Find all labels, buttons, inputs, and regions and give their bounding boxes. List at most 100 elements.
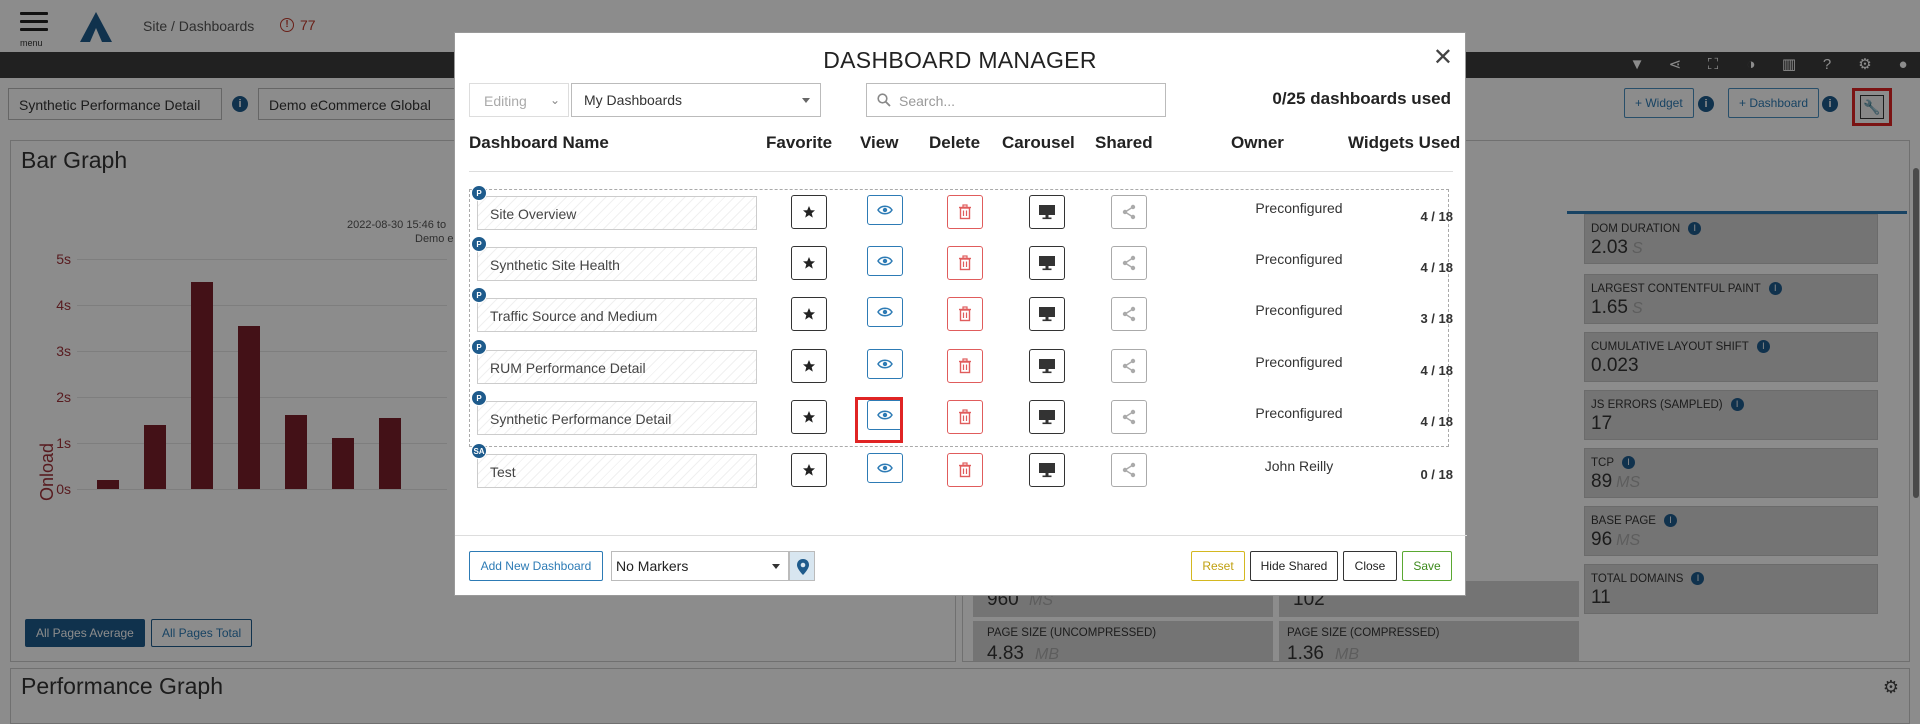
view-button[interactable] (867, 349, 903, 379)
chevron-down-icon: ⌄ (549, 93, 560, 107)
dashboard-name-field[interactable]: RUM Performance Detail (477, 350, 757, 384)
carousel-button[interactable] (1029, 453, 1065, 487)
eye-icon (877, 255, 893, 267)
close-button[interactable]: Close (1343, 551, 1397, 581)
dashboard-name: RUM Performance Detail (490, 360, 646, 376)
view-button[interactable] (867, 453, 903, 483)
dashboard-name-field[interactable]: Synthetic Performance Detail (477, 401, 757, 435)
column-header-name: Dashboard Name (469, 133, 609, 152)
table-row: Synthetic Site Health P Preconfigured 4 / 1… (469, 236, 1453, 290)
chevron-down-icon (772, 564, 780, 569)
dashboard-filter-value: My Dashboards (584, 92, 683, 108)
carousel-button[interactable] (1029, 246, 1065, 280)
view-highlight (855, 397, 903, 443)
column-header-owner: Owner (1231, 133, 1284, 152)
dashboard-name-field[interactable]: Site Overview (477, 196, 757, 230)
star-icon (802, 410, 816, 424)
share-button[interactable] (1111, 297, 1147, 331)
share-button[interactable] (1111, 246, 1147, 280)
column-header-delete: Delete (929, 133, 981, 152)
dashboard-name-field[interactable]: Traffic Source and Medium (477, 298, 757, 332)
owner-name: Preconfigured (1255, 200, 1343, 216)
search-input[interactable]: Search... (866, 83, 1166, 117)
owner-name: John Reilly (1264, 458, 1334, 474)
carousel-button[interactable] (1029, 400, 1065, 434)
search-icon (877, 93, 891, 107)
owner-badge: SA (471, 443, 487, 459)
table-row: Test SA John Reilly 0 / 18 (469, 443, 1453, 497)
owner-name: Preconfigured (1255, 405, 1343, 421)
monitor-icon (1038, 358, 1056, 374)
favorite-button[interactable] (791, 453, 827, 487)
share-button[interactable] (1111, 400, 1147, 434)
footer-divider (455, 535, 1467, 536)
dashboard-name: Site Overview (490, 206, 577, 222)
column-header-carousel: Carousel (1002, 133, 1075, 152)
delete-button[interactable] (947, 400, 983, 434)
owner-name: Preconfigured (1255, 251, 1343, 267)
star-icon (802, 256, 816, 270)
trash-icon (958, 358, 972, 374)
favorite-button[interactable] (791, 246, 827, 280)
widgets-used: 4 / 18 (1420, 414, 1453, 429)
chevron-down-icon (802, 98, 810, 103)
favorite-button[interactable] (791, 400, 827, 434)
header-divider (469, 171, 1453, 172)
star-icon (802, 307, 816, 321)
markers-value: No Markers (616, 558, 689, 574)
save-button[interactable]: Save (1402, 551, 1452, 581)
dashboard-name-field[interactable]: Synthetic Site Health (477, 247, 757, 281)
hide-shared-button[interactable]: Hide Shared (1250, 551, 1338, 581)
add-new-dashboard-button[interactable]: Add New Dashboard (469, 551, 603, 581)
owner-badge: P (471, 236, 487, 252)
owner-badge: P (471, 185, 487, 201)
eye-icon (877, 306, 893, 318)
trash-icon (958, 462, 972, 478)
owner-badge: P (471, 390, 487, 406)
carousel-button[interactable] (1029, 349, 1065, 383)
markers-select[interactable]: No Markers (611, 551, 789, 581)
view-button[interactable] (867, 246, 903, 276)
delete-button[interactable] (947, 349, 983, 383)
delete-button[interactable] (947, 297, 983, 331)
favorite-button[interactable] (791, 195, 827, 229)
eye-icon (877, 462, 893, 474)
share-button[interactable] (1111, 349, 1147, 383)
widgets-used: 4 / 18 (1420, 209, 1453, 224)
trash-icon (958, 204, 972, 220)
monitor-icon (1038, 306, 1056, 322)
delete-button[interactable] (947, 195, 983, 229)
share-button[interactable] (1111, 453, 1147, 487)
share-button[interactable] (1111, 195, 1147, 229)
column-header-shared: Shared (1095, 133, 1153, 152)
widgets-used: 4 / 18 (1420, 260, 1453, 275)
favorite-button[interactable] (791, 349, 827, 383)
widgets-used: 3 / 18 (1420, 311, 1453, 326)
carousel-button[interactable] (1029, 195, 1065, 229)
share-icon (1121, 358, 1137, 374)
delete-button[interactable] (947, 246, 983, 280)
dashboard-name: Traffic Source and Medium (490, 308, 658, 324)
dashboard-name: Test (490, 464, 516, 480)
favorite-button[interactable] (791, 297, 827, 331)
delete-button[interactable] (947, 453, 983, 487)
dashboard-name-field[interactable]: Test (477, 454, 757, 488)
star-icon (802, 205, 816, 219)
map-pin-icon[interactable] (789, 551, 815, 581)
reset-button[interactable]: Reset (1191, 551, 1245, 581)
monitor-icon (1038, 462, 1056, 478)
dashboard-filter-select[interactable]: My Dashboards (571, 83, 821, 117)
view-button[interactable] (867, 195, 903, 225)
carousel-button[interactable] (1029, 297, 1065, 331)
eye-icon (877, 204, 893, 216)
dashboard-manager-modal: DASHBOARD MANAGER ✕ Editing ⌄ My Dashboa… (454, 32, 1467, 596)
column-header-view: View (860, 133, 899, 152)
eye-icon (877, 358, 893, 370)
share-icon (1121, 306, 1137, 322)
search-placeholder: Search... (899, 93, 956, 109)
close-icon[interactable]: ✕ (1433, 43, 1453, 72)
editing-select[interactable]: Editing ⌄ (469, 83, 569, 117)
trash-icon (958, 409, 972, 425)
table-row: RUM Performance Detail P Preconfigured 4 / … (469, 339, 1453, 393)
view-button[interactable] (867, 297, 903, 327)
